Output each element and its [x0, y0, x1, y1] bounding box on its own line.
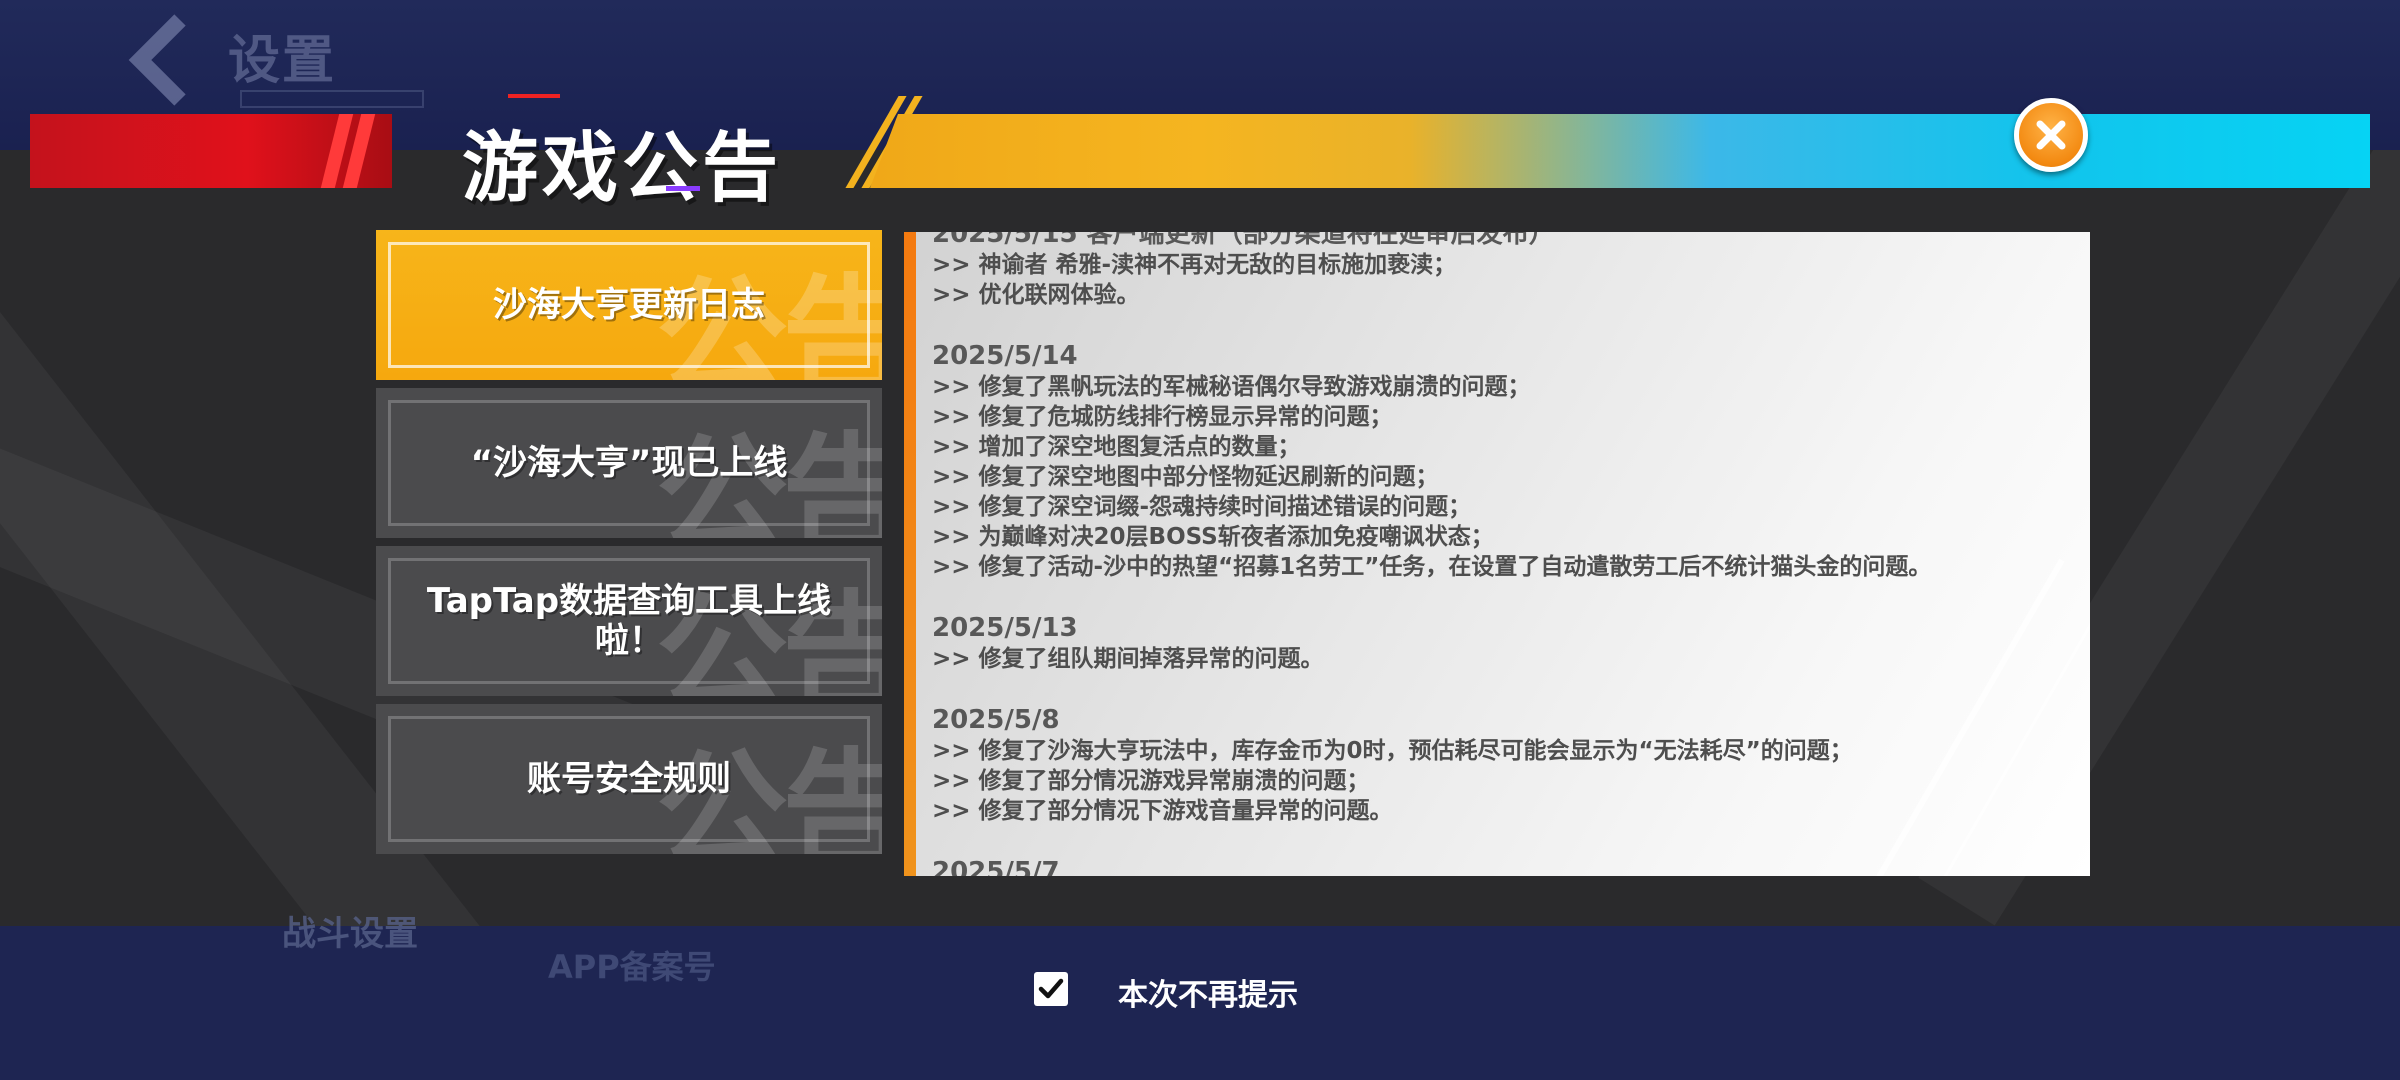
panel-accent-bar [904, 232, 916, 876]
entry-line: >> 修复了部分情况游戏异常崩溃的问题； [932, 768, 1370, 794]
changelog-entry: 2025/5/7 [932, 856, 2082, 876]
header-accent-line [508, 94, 560, 98]
entry-line: >> 优化联网体验。 [932, 282, 1140, 308]
entry-date: 2025/5/14 [932, 341, 1078, 371]
tab-launch-announcement[interactable]: 公告 “沙海大亨”现已上线 [376, 388, 882, 538]
announcement-title: 游戏公告 [462, 123, 782, 212]
entry-line: >> 修复了沙海大亨玩法中，库存金币为0时，预估耗尽可能会显示为“无法耗尽”的问… [932, 738, 1853, 764]
settings-title: 设置 [228, 31, 337, 91]
settings-tab-indicator [240, 90, 424, 108]
entry-line: >> 增加了深空地图复活点的数量； [932, 434, 1301, 460]
close-icon [2036, 120, 2066, 150]
changelog-entry: 2025/5/8 >> 修复了沙海大亨玩法中，库存金币为0时，预估耗尽可能会显示… [932, 704, 2082, 826]
entry-line: >> 修复了黑帆玩法的军械秘语偶尔导致游戏崩溃的问题； [932, 374, 1531, 400]
entry-date: 2025/5/13 [932, 613, 1078, 643]
changelog-entry: 2025/5/14 >> 修复了黑帆玩法的军械秘语偶尔导致游戏崩溃的问题； >>… [932, 340, 2082, 582]
dont-show-again-checkbox[interactable] [1034, 972, 1068, 1006]
battle-settings-label: 战斗设置 [282, 914, 418, 954]
tab-label: “沙海大亨”现已上线 [470, 443, 788, 483]
dont-show-again-label[interactable]: 本次不再提示 [1118, 970, 1298, 1014]
entry-line: >> 为巅峰对决20层BOSS斩夜者添加免疫嘲讽状态； [932, 524, 1494, 550]
entry-date: 2025/5/7 [932, 857, 1060, 876]
entry-line: >> 修复了危城防线排行榜显示异常的问题； [932, 404, 1393, 430]
changelog-entry: 2025/5/13 >> 修复了组队期间掉落异常的问题。 [932, 612, 2082, 674]
entry-date: 2025/5/15 客户端更新（部分渠道将在延审后发布） [932, 232, 1555, 249]
tab-label: TapTap数据查询工具上线啦！ [426, 581, 832, 661]
tab-taptap-tool[interactable]: 公告 TapTap数据查询工具上线啦！ [376, 546, 882, 696]
header-gradient-bar [870, 114, 2370, 188]
checkmark-icon [1038, 978, 1064, 999]
entry-date: 2025/5/8 [932, 705, 1060, 735]
tab-label: 账号安全规则 [527, 759, 731, 799]
tab-account-security[interactable]: 公告 账号安全规则 [376, 704, 882, 854]
tab-update-log[interactable]: 公告 沙海大亨更新日志 [376, 230, 882, 380]
announcement-content-panel[interactable]: 2025/5/15 客户端更新（部分渠道将在延审后发布） >> 神谕者 希雅-渎… [904, 232, 2090, 876]
title-underline-mark [666, 186, 700, 191]
entry-line: >> 修复了深空地图中部分怪物延迟刷新的问题； [932, 464, 1439, 490]
app-record-label: APP备案号 [548, 948, 716, 986]
entry-line: >> 神谕者 希雅-渎神不再对无敌的目标施加亵渎； [932, 252, 1457, 278]
back-arrow-icon[interactable] [118, 10, 208, 110]
close-button[interactable] [2014, 98, 2088, 172]
announcement-scroll-content[interactable]: 2025/5/15 客户端更新（部分渠道将在延审后发布） >> 神谕者 希雅-渎… [932, 232, 2082, 876]
tab-label: 沙海大亨更新日志 [493, 285, 765, 325]
entry-line: >> 修复了组队期间掉落异常的问题。 [932, 646, 1324, 672]
changelog-entry: 2025/5/15 客户端更新（部分渠道将在延审后发布） >> 神谕者 希雅-渎… [932, 232, 2082, 310]
entry-line: >> 修复了活动-沙中的热望“招募1名劳工”任务，在设置了自动遣散劳工后不统计猫… [932, 554, 1932, 580]
entry-line: >> 修复了部分情况下游戏音量异常的问题。 [932, 798, 1393, 824]
entry-line: >> 修复了深空词缀-怨魂持续时间描述错误的问题； [932, 494, 1472, 520]
